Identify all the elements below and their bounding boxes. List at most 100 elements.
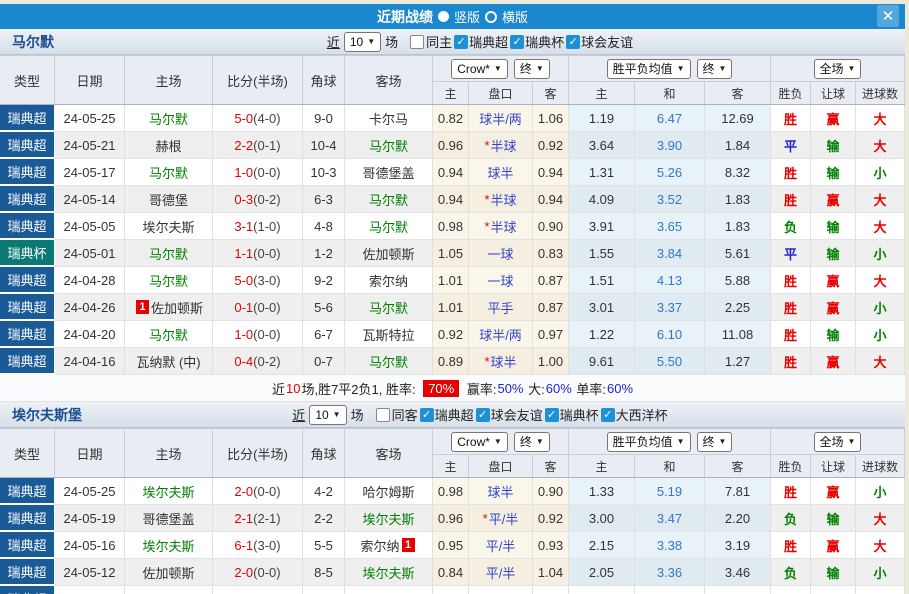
same-venue-checkbox[interactable] — [376, 408, 390, 422]
corner-cell: 6-7 — [303, 321, 345, 348]
final-odds-select-europe[interactable]: 终▼ — [697, 59, 733, 79]
league-checkbox-label: 瑞典杯 — [525, 32, 564, 51]
asia-home-odds: 0.94 — [433, 159, 469, 186]
summary-segment-blue: 50% — [497, 381, 523, 396]
scope-select[interactable]: 全场▼ — [814, 59, 862, 79]
europe-draw-odds: 3.38 — [635, 532, 705, 559]
col-result: 胜负 — [771, 455, 811, 477]
score-cell: 5-0(3-0) — [213, 267, 303, 294]
europe-draw-odds: 5.26 — [635, 159, 705, 186]
date-cell: 24-05-17 — [55, 159, 125, 186]
home-team-cell: 哥德堡盖 — [125, 505, 213, 532]
halftime-score: (0-0) — [253, 246, 280, 261]
handicap-text: 球半 — [487, 482, 513, 501]
asia-handicap-line: 球半/两 — [469, 321, 533, 348]
team-text: 哥德堡盖 — [142, 509, 194, 528]
league-type-cell: 瑞典超 — [0, 132, 55, 159]
europe-draw-odds: 3.37 — [635, 294, 705, 321]
asia-handicap-line: *平/半 — [469, 505, 533, 532]
league-checkbox[interactable]: ✓ — [545, 408, 559, 422]
asia-away-odds: 0.90 — [533, 478, 569, 505]
summary-segment-plain: 单率: — [573, 379, 606, 398]
handicap-text: 平/半 — [486, 563, 516, 582]
col-home: 主场 — [125, 429, 213, 477]
final-odds-select-asia[interactable]: 终▼ — [514, 432, 550, 452]
league-checkbox[interactable]: ✓ — [510, 35, 524, 49]
goals-result-cell: 小 — [856, 321, 905, 348]
bookmaker-select[interactable]: Crow*▼ — [451, 432, 508, 452]
empty-cell — [705, 586, 771, 594]
europe-home-odds: 2.05 — [569, 559, 635, 586]
asia-away-odds: 1.04 — [533, 559, 569, 586]
europe-home-odds: 1.55 — [569, 240, 635, 267]
fulltime-score: 5-0 — [234, 111, 253, 126]
team-text: 马尔默 — [149, 271, 188, 290]
same-venue-label: 同客 — [392, 405, 418, 424]
match-count-select[interactable]: 10▼ — [344, 32, 381, 52]
bookmaker-select[interactable]: Crow*▼ — [451, 59, 508, 79]
score-cell: 2-0(0-0) — [213, 478, 303, 505]
league-checkbox[interactable]: ✓ — [566, 35, 580, 49]
halftime-score: (4-0) — [253, 111, 280, 126]
score-cell: 1-0(0-0) — [213, 159, 303, 186]
col-handicap-result: 让球 — [811, 455, 856, 477]
team-text: 索尔纳 — [360, 536, 399, 555]
result-cell: 胜 — [771, 321, 811, 348]
goals-result-cell: 大 — [856, 132, 905, 159]
horizontal-layout-label[interactable]: 横版 — [502, 7, 528, 26]
home-team-cell: 赫根 — [125, 132, 213, 159]
match-count-select[interactable]: 10▼ — [309, 405, 346, 425]
team-text: 哥德堡 — [149, 190, 188, 209]
close-icon[interactable]: ✕ — [877, 5, 899, 27]
europe-avg-select[interactable]: 胜平负均值▼ — [607, 432, 691, 452]
empty-cell — [213, 586, 303, 594]
vertical-layout-label[interactable]: 竖版 — [454, 7, 480, 26]
matches-label: 场 — [385, 32, 398, 51]
league-checkbox[interactable]: ✓ — [601, 408, 615, 422]
date-cell: 24-05-19 — [55, 505, 125, 532]
halftime-score: (0-1) — [253, 138, 280, 153]
team-text: 瓦斯特拉 — [362, 325, 414, 344]
goals-result-cell: 大 — [856, 105, 905, 132]
table-header: 类型 日期 主场 比分(半场) 角球 客场 Crow*▼ 终▼ 胜平负均值▼ 终… — [0, 55, 905, 105]
same-venue-checkbox[interactable] — [410, 35, 424, 49]
league-checkbox-label: 瑞典杯 — [560, 405, 599, 424]
asia-home-odds: 0.96 — [433, 505, 469, 532]
europe-draw-odds: 5.19 — [635, 478, 705, 505]
star-marker: * — [484, 219, 489, 234]
match-row: 瑞典超24-04-261佐加顿斯0-1(0-0)5-6马尔默1.01平手0.87… — [0, 294, 905, 321]
scope-select[interactable]: 全场▼ — [814, 432, 862, 452]
asia-handicap-line: *半球 — [469, 213, 533, 240]
league-type-cell: 瑞典超 — [0, 186, 55, 213]
empty-cell — [469, 586, 533, 594]
league-checkbox[interactable]: ✓ — [454, 35, 468, 49]
match-row: 瑞典超24-05-25埃尔夫斯2-0(0-0)4-2哈尔姆斯0.98球半0.90… — [0, 478, 905, 505]
fulltime-score: 2-1 — [234, 511, 253, 526]
asia-away-odds: 1.06 — [533, 105, 569, 132]
star-marker: * — [484, 354, 489, 369]
result-cell: 胜 — [771, 294, 811, 321]
chevron-down-icon: ▼ — [494, 64, 502, 73]
europe-avg-select[interactable]: 胜平负均值▼ — [607, 59, 691, 79]
match-row: 瑞典杯24-05-01马尔默1-1(0-0)1-2佐加顿斯1.05一球0.831… — [0, 240, 905, 267]
asia-handicap-line: *球半 — [469, 348, 533, 375]
final-odds-select-europe[interactable]: 终▼ — [697, 432, 733, 452]
star-marker: * — [483, 511, 488, 526]
summary-segment-plain: 近 — [272, 379, 285, 398]
chevron-down-icon: ▼ — [536, 437, 544, 446]
league-checkbox[interactable]: ✓ — [420, 408, 434, 422]
horizontal-layout-radio[interactable] — [485, 11, 497, 23]
handicap-result-cell: 赢 — [811, 105, 856, 132]
league-checkbox[interactable]: ✓ — [476, 408, 490, 422]
asia-home-odds: 1.01 — [433, 267, 469, 294]
europe-odds-group: 胜平负均值▼ 终▼ — [569, 429, 771, 455]
score-cell: 0-1(0-0) — [213, 294, 303, 321]
asia-handicap-line: 球半 — [469, 478, 533, 505]
final-odds-select-asia[interactable]: 终▼ — [514, 59, 550, 79]
chevron-down-icon: ▼ — [333, 410, 341, 419]
asia-handicap-line: 平/半 — [469, 532, 533, 559]
asia-home-odds: 0.82 — [433, 105, 469, 132]
halftime-score: (0-0) — [253, 165, 280, 180]
vertical-layout-radio[interactable] — [438, 11, 449, 22]
empty-cell — [533, 586, 569, 594]
